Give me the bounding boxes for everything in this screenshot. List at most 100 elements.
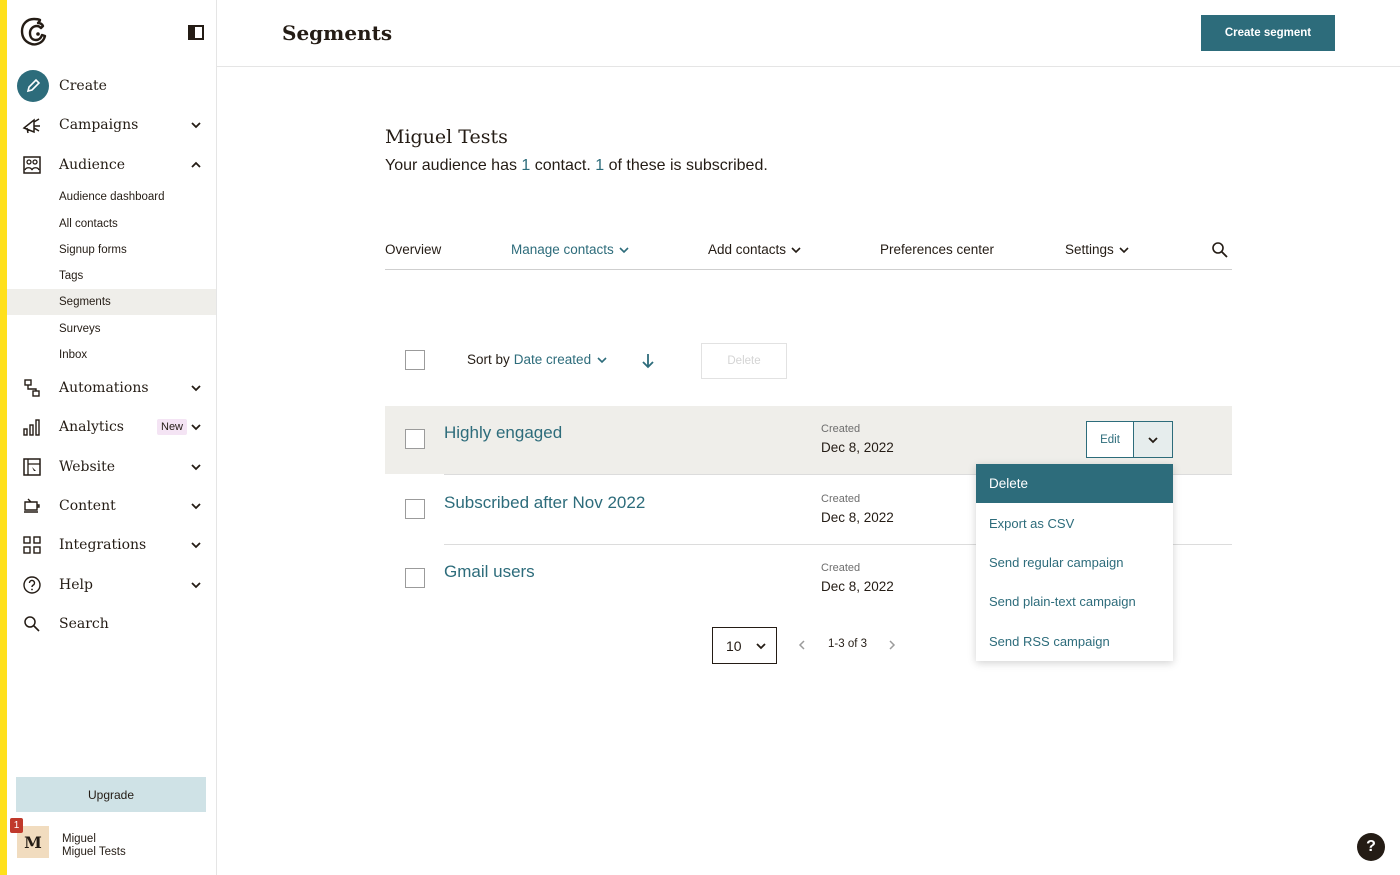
row-checkbox[interactable] — [405, 429, 425, 449]
nav-content[interactable]: Content — [7, 488, 217, 524]
menu-item-send-regular-campaign[interactable]: Send regular campaign — [976, 543, 1173, 582]
chevron-down-icon — [1148, 436, 1158, 443]
nav-automations[interactable]: Automations — [7, 370, 217, 406]
nav-campaigns-label: Campaigns — [59, 117, 139, 133]
summary-text: Your audience has — [385, 157, 522, 174]
menu-item-send-rss-campaign[interactable]: Send RSS campaign — [976, 622, 1173, 661]
chevron-down-icon — [191, 122, 201, 129]
sidebar-item-signup-forms[interactable]: Signup forms — [7, 237, 216, 263]
row-actions-toggle[interactable] — [1133, 421, 1173, 458]
contact-count-link[interactable]: 1 — [521, 157, 530, 174]
nav-help-label: Help — [59, 577, 93, 593]
help-circle-icon — [21, 574, 43, 596]
pencil-icon — [17, 70, 49, 102]
collapse-sidebar-icon[interactable] — [188, 25, 204, 40]
create-segment-button[interactable]: Create segment — [1201, 15, 1335, 51]
grid-icon — [21, 534, 43, 556]
sidebar-item-surveys[interactable]: Surveys — [7, 316, 216, 342]
sidebar-item-tags[interactable]: Tags — [7, 263, 216, 289]
created-label: Created — [821, 493, 861, 505]
bar-chart-icon — [21, 416, 43, 438]
nav-audience[interactable]: Audience — [7, 147, 217, 183]
row-checkbox[interactable] — [405, 568, 425, 588]
tab-label: Overview — [385, 242, 442, 257]
per-page-select[interactable]: 10 — [712, 627, 777, 664]
tab-manage-contacts[interactable]: Manage contacts — [511, 242, 629, 257]
created-date: Dec 8, 2022 — [821, 579, 894, 594]
chevron-down-icon — [191, 503, 201, 510]
website-icon — [21, 456, 43, 478]
nav-automations-label: Automations — [59, 380, 149, 396]
tab-label: Manage contacts — [511, 242, 614, 257]
tab-settings[interactable]: Settings — [1065, 242, 1129, 257]
row-actions-menu: Delete Export as CSV Send regular campai… — [976, 464, 1173, 661]
sidebar-item-inbox[interactable]: Inbox — [7, 342, 216, 368]
nav-content-label: Content — [59, 498, 116, 514]
audience-icon — [21, 154, 43, 176]
nav-website[interactable]: Website — [7, 449, 217, 485]
created-date: Dec 8, 2022 — [821, 510, 894, 525]
select-all-checkbox[interactable] — [405, 350, 425, 370]
tab-label: Add contacts — [708, 242, 787, 257]
menu-item-send-plain-text-campaign[interactable]: Send plain-text campaign — [976, 582, 1173, 621]
nav-analytics-label: Analytics — [59, 419, 124, 435]
sort-prefix: Sort by — [467, 352, 510, 367]
nav-search[interactable]: Search — [7, 606, 217, 642]
upgrade-button[interactable]: Upgrade — [16, 777, 206, 812]
sort-value: Date created — [513, 352, 592, 367]
search-icon[interactable] — [1211, 241, 1229, 259]
help-button[interactable]: ? — [1357, 833, 1385, 861]
menu-item-export-csv[interactable]: Export as CSV — [976, 504, 1173, 543]
nav-audience-label: Audience — [59, 157, 125, 173]
megaphone-icon — [21, 114, 43, 136]
nav-create-label: Create — [59, 78, 107, 94]
menu-item-delete[interactable]: Delete — [976, 464, 1173, 503]
chevron-down-icon — [619, 246, 629, 253]
nav-analytics[interactable]: Analytics New — [7, 409, 217, 445]
pagination-range: 1-3 of 3 — [828, 638, 867, 650]
sidebar-item-segments[interactable]: Segments — [7, 289, 216, 315]
tab-overview[interactable]: Overview — [385, 242, 441, 257]
sidebar-item-label: All contacts — [59, 218, 118, 230]
nav-create[interactable]: Create — [7, 68, 217, 104]
chevron-down-icon — [191, 424, 201, 431]
chevron-down-icon — [191, 542, 201, 549]
subscribed-count-link[interactable]: 1 — [595, 157, 604, 174]
created-label: Created — [821, 562, 861, 574]
tab-preferences-center[interactable]: Preferences center — [880, 242, 994, 257]
content-icon — [21, 495, 43, 517]
chevron-down-icon — [191, 464, 201, 471]
audience-summary: Your audience has 1 contact. 1 of these … — [385, 157, 768, 175]
edit-button[interactable]: Edit — [1086, 421, 1134, 458]
notification-badge: 1 — [10, 818, 23, 833]
row-checkbox[interactable] — [405, 499, 425, 519]
sidebar-item-label: Audience dashboard — [59, 191, 165, 203]
nav-integrations[interactable]: Integrations — [7, 527, 217, 563]
account-org[interactable]: Miguel Tests — [62, 846, 126, 858]
sort-dropdown[interactable]: Sort by Date created — [467, 352, 609, 367]
summary-text: of these is subscribed. — [604, 157, 768, 174]
nav-campaigns[interactable]: Campaigns — [7, 107, 217, 143]
segment-name-link[interactable]: Gmail users — [444, 562, 535, 582]
tab-add-contacts[interactable]: Add contacts — [708, 242, 801, 257]
chevron-right-icon[interactable] — [887, 639, 897, 651]
segment-name-link[interactable]: Highly engaged — [444, 423, 562, 443]
created-label: Created — [821, 423, 861, 435]
sidebar-item-all-contacts[interactable]: All contacts — [7, 211, 216, 237]
page-title: Segments — [282, 21, 393, 45]
account-name[interactable]: Miguel — [62, 833, 96, 845]
chevron-left-icon[interactable] — [797, 639, 807, 651]
chevron-down-icon — [791, 246, 801, 253]
automations-icon — [21, 377, 43, 399]
nav-website-label: Website — [59, 459, 116, 475]
nav-help[interactable]: Help — [7, 567, 217, 603]
sidebar-item-audience-dashboard[interactable]: Audience dashboard — [7, 184, 216, 210]
sort-direction-arrow-icon[interactable] — [640, 352, 656, 370]
mailchimp-logo-icon[interactable] — [17, 16, 51, 50]
per-page-value: 10 — [726, 638, 742, 654]
bulk-delete-button[interactable]: Delete — [701, 343, 787, 379]
segment-name-link[interactable]: Subscribed after Nov 2022 — [444, 493, 645, 513]
tab-label: Preferences center — [880, 242, 995, 257]
sidebar-item-label: Tags — [59, 270, 84, 282]
audience-name: Miguel Tests — [385, 126, 508, 148]
